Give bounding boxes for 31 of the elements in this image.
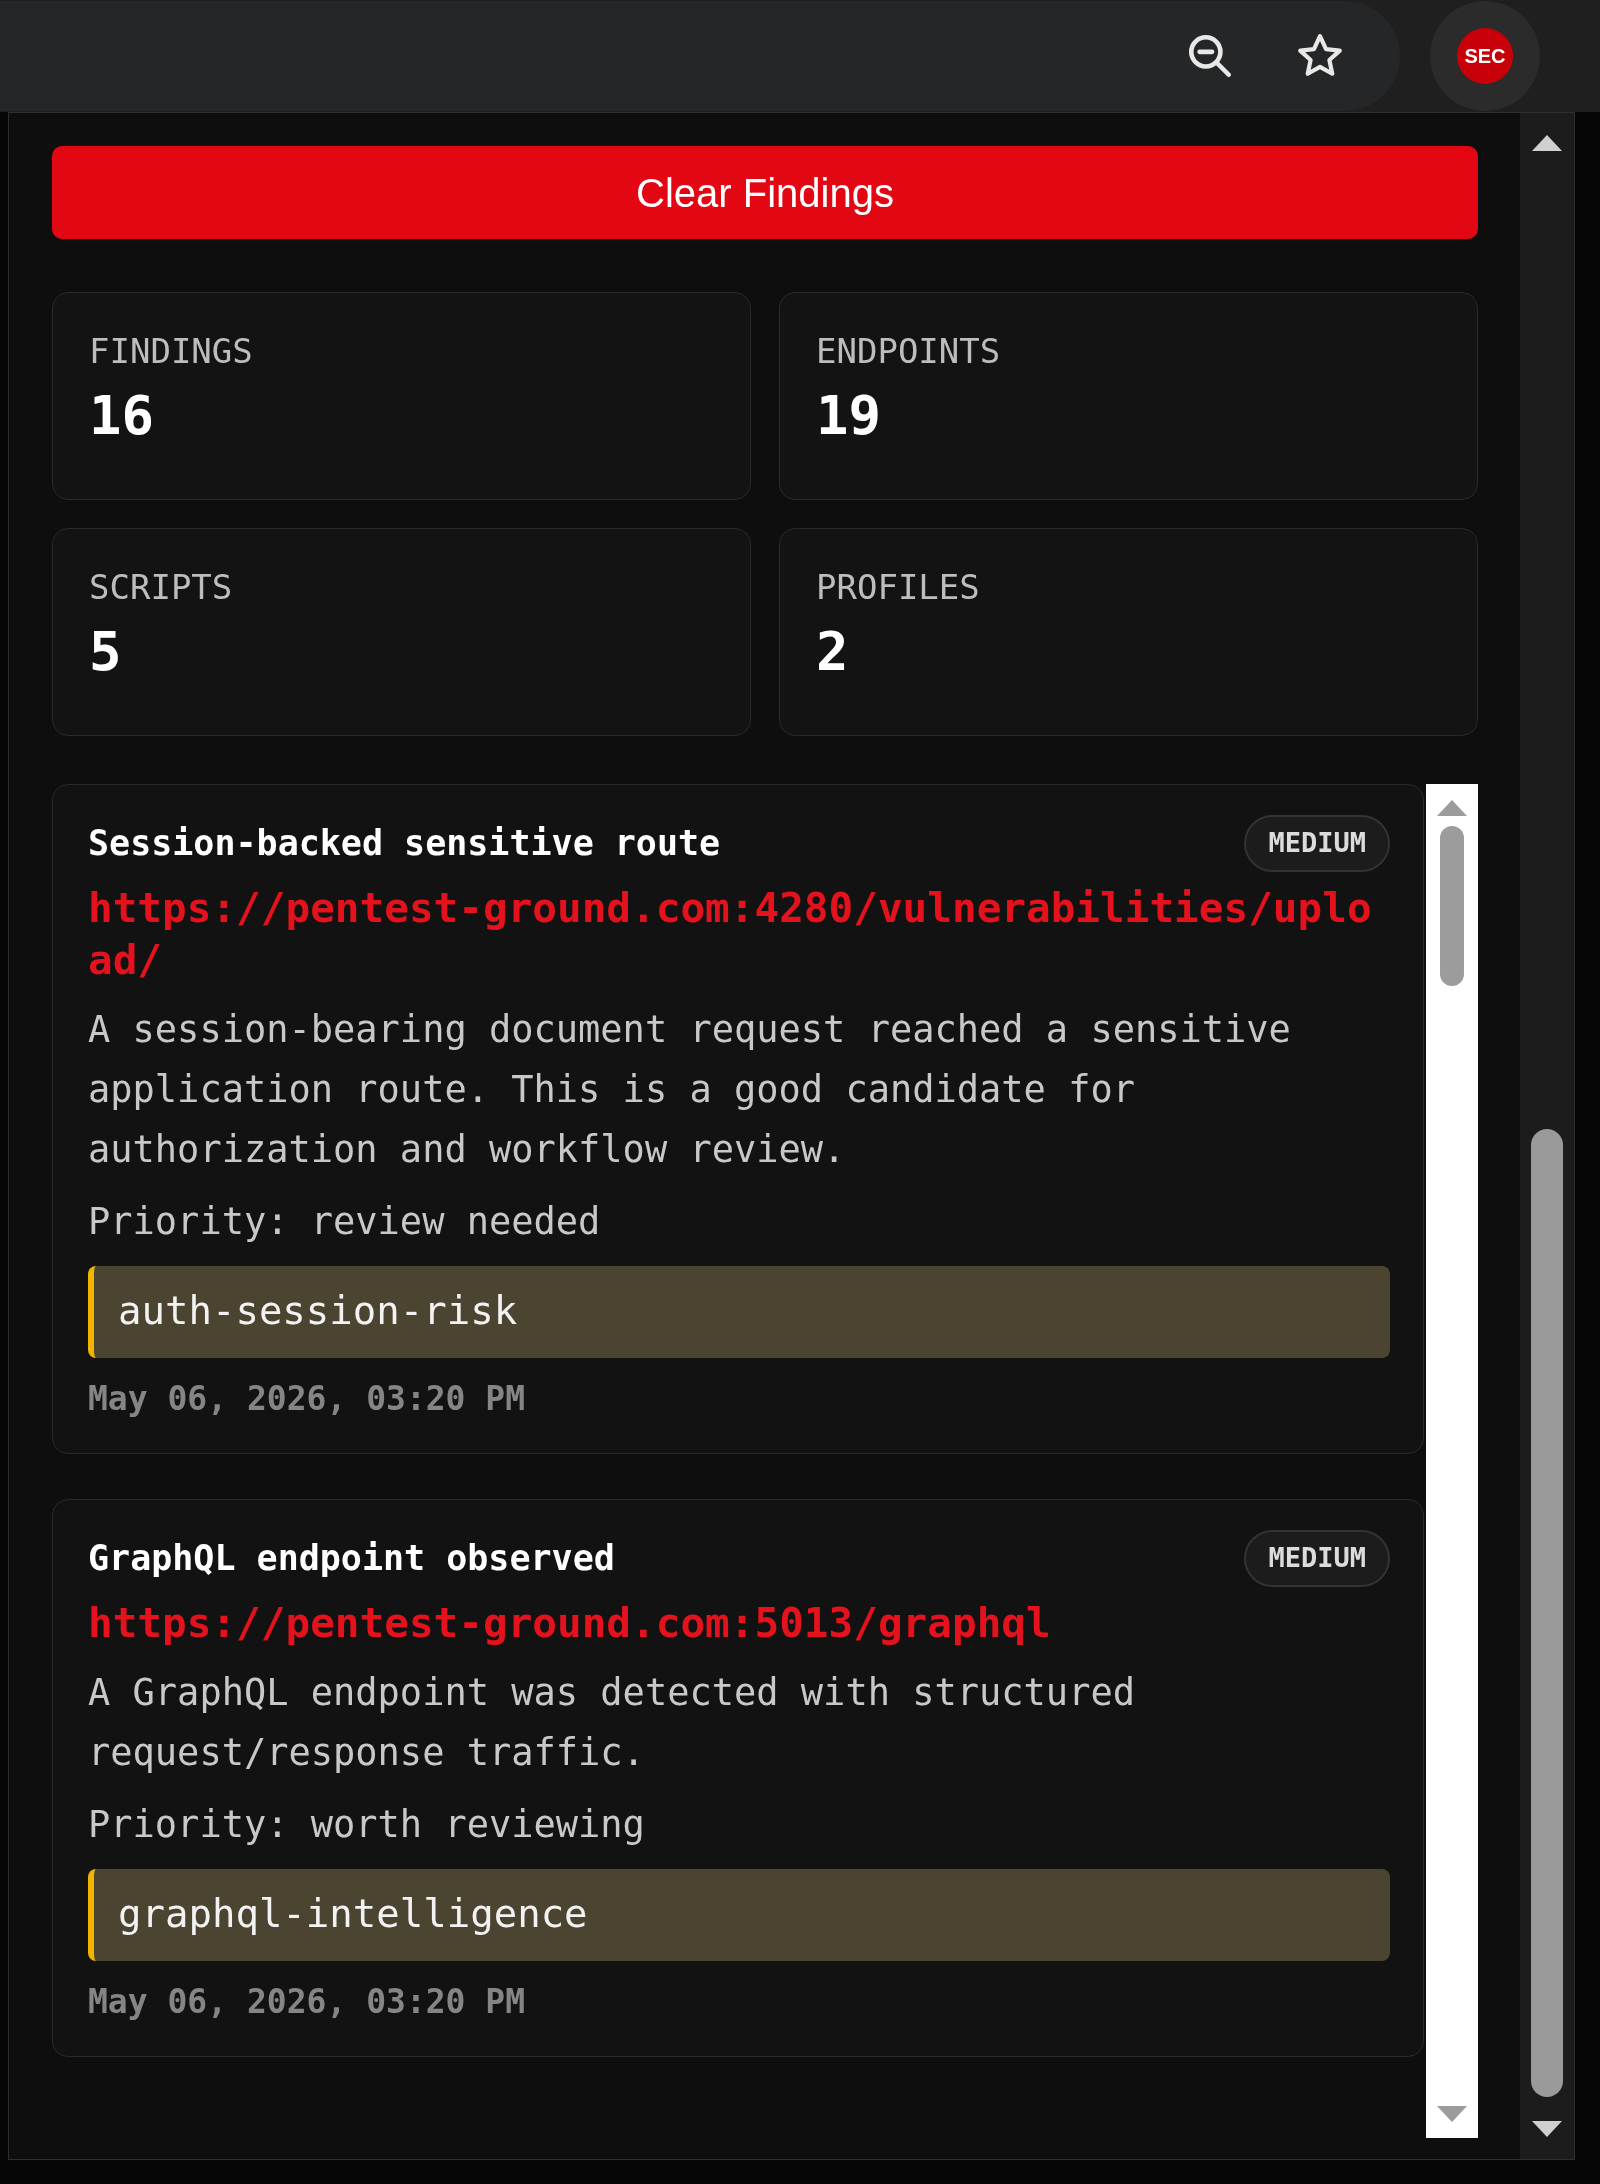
finding-tag: auth-session-risk bbox=[88, 1265, 1390, 1358]
list-scrollbar[interactable] bbox=[1426, 784, 1478, 2138]
finding-description: A session-bearing document request reached a sensitive application route. This is a good candidate for authorization and workflow review. bbox=[88, 1006, 1292, 1173]
stat-value: 5 bbox=[89, 619, 122, 685]
finding-url[interactable]: https://pentest-ground.com:4280/vulnerabilities/upload/ bbox=[88, 881, 1390, 986]
severity-badge: MEDIUM bbox=[1244, 1530, 1390, 1587]
stat-value: 2 bbox=[816, 619, 849, 685]
finding-tag: graphql-intelligence bbox=[88, 1868, 1390, 1961]
scroll-up-icon[interactable] bbox=[1532, 135, 1562, 151]
extension-logo: SEC bbox=[1457, 28, 1513, 84]
stat-label: FINDINGS bbox=[89, 330, 253, 373]
stat-value: 16 bbox=[89, 383, 155, 449]
scrollbar-thumb[interactable] bbox=[1531, 1129, 1563, 2097]
stat-label: SCRIPTS bbox=[89, 566, 233, 609]
finding-timestamp: May 06, 2026, 03:20 PM bbox=[88, 1377, 526, 1420]
extension-button[interactable]: SEC bbox=[1430, 1, 1540, 111]
popup-scrollbar[interactable] bbox=[1520, 113, 1574, 2159]
finding-timestamp: May 06, 2026, 03:20 PM bbox=[88, 1980, 526, 2023]
finding-description: A GraphQL endpoint was detected with structured request/response traffic. bbox=[88, 1669, 1136, 1776]
finding-title: GraphQL endpoint observed bbox=[88, 1537, 615, 1580]
severity-badge: MEDIUM bbox=[1244, 815, 1390, 872]
stat-label: PROFILES bbox=[816, 566, 980, 609]
finding-priority: Priority: review needed bbox=[88, 1198, 601, 1245]
finding-priority: Priority: worth reviewing bbox=[88, 1801, 645, 1848]
finding-url[interactable]: https://pentest-ground.com:5013/graphql bbox=[88, 1596, 1051, 1649]
scrollbar-thumb[interactable] bbox=[1440, 826, 1464, 986]
scroll-down-icon[interactable] bbox=[1532, 2121, 1562, 2137]
clear-findings-button[interactable]: Clear Findings bbox=[52, 146, 1478, 239]
stat-value: 19 bbox=[816, 383, 882, 449]
stat-label: ENDPOINTS bbox=[816, 330, 1001, 373]
finding-title: Session-backed sensitive route bbox=[88, 822, 721, 865]
